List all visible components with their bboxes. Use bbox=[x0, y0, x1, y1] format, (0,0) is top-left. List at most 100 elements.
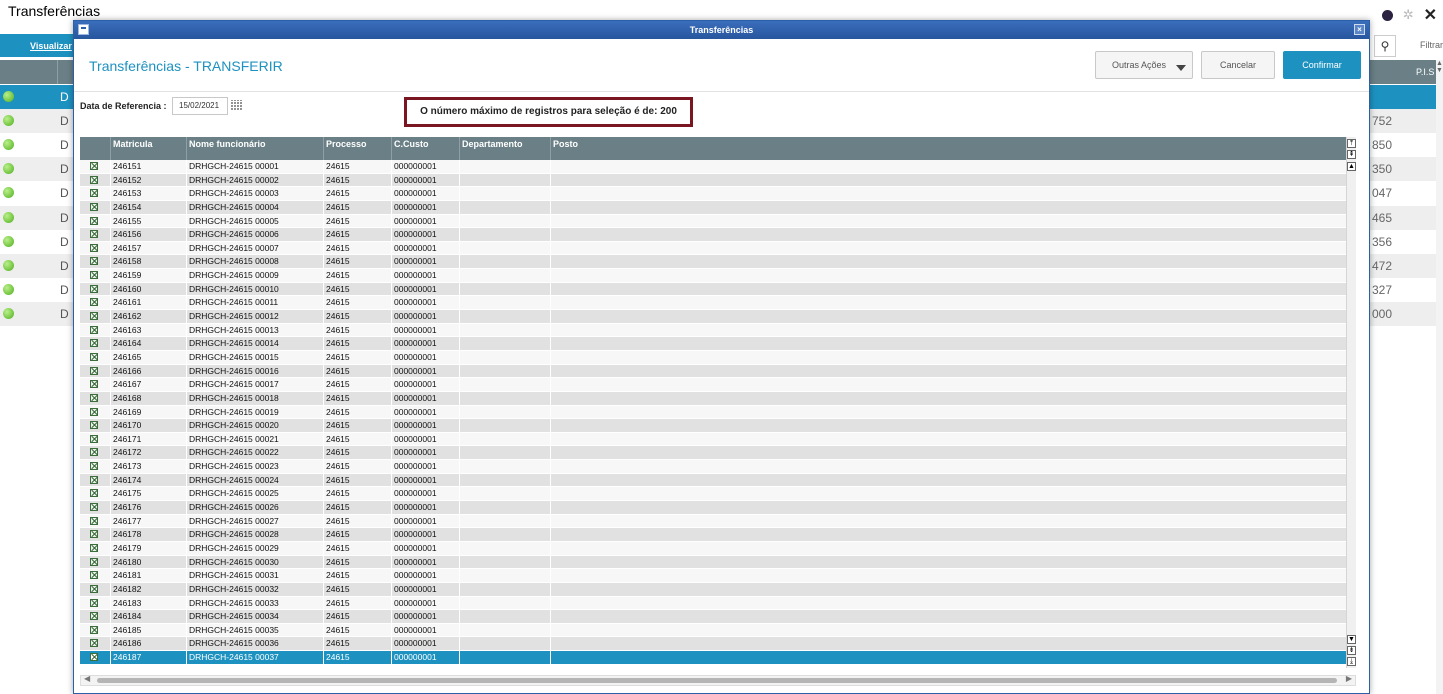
row-checkbox[interactable] bbox=[90, 407, 98, 416]
table-row[interactable]: 246185 DRHGCH-24615 00035 24615 000000001 bbox=[80, 623, 1346, 638]
row-checkbox[interactable] bbox=[90, 625, 98, 634]
header-posto[interactable]: Posto bbox=[550, 137, 1346, 160]
gear-icon[interactable]: ✲ bbox=[1403, 7, 1414, 23]
row-checkbox[interactable] bbox=[90, 598, 98, 607]
row-checkbox[interactable] bbox=[90, 271, 98, 280]
confirm-button[interactable]: Confirmar bbox=[1283, 51, 1361, 79]
dialog-close-icon[interactable]: × bbox=[1354, 24, 1365, 35]
dialog-titlebar[interactable]: Transferências × bbox=[74, 21, 1369, 39]
scroll-page-up-icon[interactable]: ⇞ bbox=[1347, 150, 1356, 159]
row-checkbox[interactable] bbox=[90, 216, 98, 225]
row-checkbox[interactable] bbox=[90, 421, 98, 430]
cancel-button[interactable]: Cancelar bbox=[1201, 51, 1275, 79]
row-checkbox[interactable] bbox=[90, 393, 98, 402]
row-checkbox[interactable] bbox=[90, 202, 98, 211]
visualizar-button[interactable]: Visualizar bbox=[0, 34, 74, 57]
row-checkbox[interactable] bbox=[90, 257, 98, 266]
row-checkbox[interactable] bbox=[90, 571, 98, 580]
table-row[interactable]: 246186 DRHGCH-24615 00036 24615 000000001 bbox=[80, 637, 1346, 652]
table-row[interactable]: 246173 DRHGCH-24615 00023 24615 000000001 bbox=[80, 460, 1346, 474]
row-checkbox[interactable] bbox=[90, 434, 98, 443]
table-row[interactable]: 246152 DRHGCH-24615 00002 24615 000000001 bbox=[80, 173, 1346, 188]
grid-vertical-scrollbar[interactable]: ⤒ ⇞ ▲ ▼ ⇟ ⤓ bbox=[1346, 137, 1356, 668]
grid-horizontal-scrollbar[interactable]: ◀ ▶ bbox=[80, 674, 1356, 686]
close-icon[interactable]: ✕ bbox=[1424, 5, 1437, 25]
background-scrollbar[interactable]: ▲ ▼ bbox=[1436, 60, 1443, 694]
header-departamento[interactable]: Departamento bbox=[459, 137, 550, 160]
row-checkbox[interactable] bbox=[90, 162, 98, 170]
table-row[interactable]: 246180 DRHGCH-24615 00030 24615 000000001 bbox=[80, 555, 1346, 570]
row-checkbox[interactable] bbox=[90, 612, 98, 621]
table-row[interactable]: 246187 DRHGCH-24615 00037 24615 000000001 bbox=[80, 651, 1346, 665]
table-row[interactable]: 246154 DRHGCH-24615 00004 24615 000000001 bbox=[80, 200, 1346, 215]
row-checkbox[interactable] bbox=[90, 380, 98, 389]
table-row[interactable]: 246169 DRHGCH-24615 00019 24615 000000001 bbox=[80, 405, 1346, 420]
table-row[interactable]: 246171 DRHGCH-24615 00021 24615 000000001 bbox=[80, 432, 1346, 447]
row-checkbox[interactable] bbox=[90, 366, 98, 375]
table-row[interactable]: 246177 DRHGCH-24615 00027 24615 000000001 bbox=[80, 514, 1346, 529]
row-checkbox[interactable] bbox=[90, 312, 98, 321]
table-row[interactable]: 246184 DRHGCH-24615 00034 24615 000000001 bbox=[80, 610, 1346, 624]
row-checkbox[interactable] bbox=[90, 339, 98, 348]
scroll-left-icon[interactable]: ◀ bbox=[84, 674, 90, 683]
scroll-right-icon[interactable]: ▶ bbox=[1346, 674, 1352, 683]
row-checkbox[interactable] bbox=[90, 448, 98, 457]
table-row[interactable]: 246176 DRHGCH-24615 00026 24615 000000001 bbox=[80, 501, 1346, 515]
row-checkbox[interactable] bbox=[90, 352, 98, 361]
scroll-down-icon[interactable]: ▼ bbox=[1347, 635, 1356, 644]
table-row[interactable]: 246153 DRHGCH-24615 00003 24615 000000001 bbox=[80, 187, 1346, 201]
table-row[interactable]: 246159 DRHGCH-24615 00009 24615 000000001 bbox=[80, 269, 1346, 283]
row-checkbox[interactable] bbox=[90, 462, 98, 471]
table-row[interactable]: 246183 DRHGCH-24615 00033 24615 000000001 bbox=[80, 596, 1346, 611]
row-checkbox[interactable] bbox=[90, 557, 98, 566]
table-row[interactable]: 246182 DRHGCH-24615 00032 24615 000000001 bbox=[80, 582, 1346, 597]
scroll-page-down-icon[interactable]: ⇟ bbox=[1347, 646, 1356, 655]
table-row[interactable]: 246172 DRHGCH-24615 00022 24615 000000001 bbox=[80, 446, 1346, 461]
table-row[interactable]: 246181 DRHGCH-24615 00031 24615 000000001 bbox=[80, 569, 1346, 583]
row-checkbox[interactable] bbox=[90, 584, 98, 593]
table-row[interactable]: 246164 DRHGCH-24615 00014 24615 000000001 bbox=[80, 337, 1346, 351]
horizontal-scroll-thumb[interactable] bbox=[97, 678, 1337, 683]
table-row[interactable]: 246166 DRHGCH-24615 00016 24615 000000001 bbox=[80, 364, 1346, 379]
row-checkbox[interactable] bbox=[90, 175, 98, 184]
header-nome[interactable]: Nome funcionário bbox=[186, 137, 323, 160]
table-row[interactable]: 246160 DRHGCH-24615 00010 24615 000000001 bbox=[80, 282, 1346, 297]
row-checkbox[interactable] bbox=[90, 284, 98, 293]
table-row[interactable]: 246157 DRHGCH-24615 00007 24615 000000001 bbox=[80, 241, 1346, 256]
table-row[interactable]: 246175 DRHGCH-24615 00025 24615 000000001 bbox=[80, 487, 1346, 502]
row-checkbox[interactable] bbox=[90, 325, 98, 334]
table-row[interactable]: 246168 DRHGCH-24615 00018 24615 000000001 bbox=[80, 391, 1346, 406]
table-row[interactable]: 246174 DRHGCH-24615 00024 24615 000000001 bbox=[80, 473, 1346, 488]
row-checkbox[interactable] bbox=[90, 189, 98, 198]
table-row[interactable]: 246156 DRHGCH-24615 00006 24615 000000001 bbox=[80, 228, 1346, 242]
row-checkbox[interactable] bbox=[90, 653, 98, 662]
row-checkbox[interactable] bbox=[90, 230, 98, 239]
filtrar-link[interactable]: Filtrar bbox=[1420, 40, 1443, 50]
row-checkbox[interactable] bbox=[90, 543, 98, 552]
table-row[interactable]: 246158 DRHGCH-24615 00008 24615 000000001 bbox=[80, 255, 1346, 270]
window-menu-icon[interactable] bbox=[78, 24, 89, 35]
table-row[interactable]: 246165 DRHGCH-24615 00015 24615 000000001 bbox=[80, 350, 1346, 365]
row-checkbox[interactable] bbox=[90, 475, 98, 484]
calendar-icon[interactable] bbox=[231, 100, 242, 111]
table-row[interactable]: 246167 DRHGCH-24615 00017 24615 000000001 bbox=[80, 378, 1346, 392]
user-avatar-icon[interactable] bbox=[1381, 9, 1393, 21]
table-row[interactable]: 246155 DRHGCH-24615 00005 24615 000000001 bbox=[80, 214, 1346, 229]
table-row[interactable]: 246163 DRHGCH-24615 00013 24615 000000001 bbox=[80, 323, 1346, 338]
table-row[interactable]: 246151 DRHGCH-24615 00001 24615 000000001 bbox=[80, 160, 1346, 174]
table-row[interactable]: 246178 DRHGCH-24615 00028 24615 000000001 bbox=[80, 528, 1346, 542]
row-checkbox[interactable] bbox=[90, 503, 98, 512]
table-row[interactable]: 246170 DRHGCH-24615 00020 24615 000000001 bbox=[80, 419, 1346, 433]
reference-date-field[interactable]: 15/02/2021 bbox=[172, 97, 228, 115]
search-icon[interactable]: ⚲ bbox=[1374, 35, 1396, 57]
header-matricula[interactable]: Matricula bbox=[110, 137, 186, 160]
row-checkbox[interactable] bbox=[90, 516, 98, 525]
scroll-top-icon[interactable]: ⤒ bbox=[1347, 139, 1356, 148]
header-ccusto[interactable]: C.Custo bbox=[391, 137, 459, 160]
scroll-bottom-icon[interactable]: ⤓ bbox=[1347, 657, 1356, 666]
header-processo[interactable]: Processo bbox=[323, 137, 391, 160]
table-row[interactable]: 246161 DRHGCH-24615 00011 24615 000000001 bbox=[80, 296, 1346, 311]
row-checkbox[interactable] bbox=[90, 489, 98, 498]
row-checkbox[interactable] bbox=[90, 298, 98, 307]
row-checkbox[interactable] bbox=[90, 639, 98, 648]
